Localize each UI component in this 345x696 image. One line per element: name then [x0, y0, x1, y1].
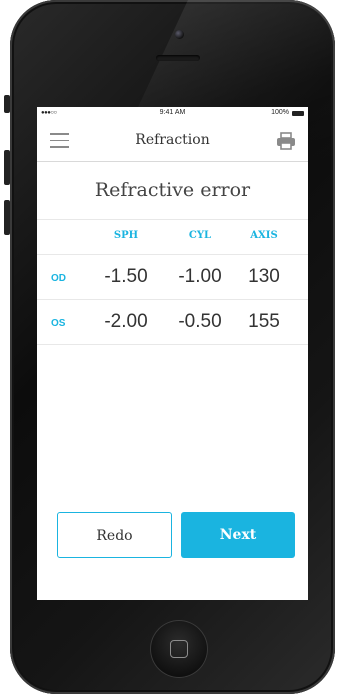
os-cyl-value: -0.50 [178, 311, 222, 332]
navigation-bar: Refraction [37, 121, 308, 162]
row-label-od: OD [51, 273, 66, 284]
printer-icon[interactable] [276, 132, 296, 150]
front-camera [175, 30, 184, 39]
table-row-od: OD -1.50 -1.00 130 [37, 255, 308, 300]
status-time: 9:41 AM [159, 109, 186, 116]
section-title: Refractive error [94, 179, 251, 201]
od-sph-value: -1.50 [104, 266, 148, 287]
home-square-icon [170, 640, 188, 658]
od-cyl-value: -1.00 [178, 266, 222, 287]
stage: ●●●○○ 9:41 AM 100% Refraction Refractive… [0, 0, 345, 696]
os-axis-value: 155 [248, 311, 280, 332]
table-row-os: OS -2.00 -0.50 155 [37, 300, 308, 345]
od-axis-value: 130 [248, 266, 280, 287]
status-bar: ●●●○○ 9:41 AM 100% [37, 107, 308, 121]
column-header-sph: SPH [113, 230, 139, 241]
earpiece-speaker [156, 55, 200, 61]
refraction-table: SPH CYL AXIS OD -1.50 -1.00 130 OS -2.00… [37, 219, 308, 345]
column-header-axis: AXIS [250, 230, 278, 241]
os-sph-value: -2.00 [104, 311, 148, 332]
row-label-os: OS [51, 318, 66, 329]
home-button[interactable] [150, 620, 208, 678]
column-header-cyl: CYL [188, 230, 212, 241]
battery-icon [292, 111, 304, 116]
table-header-row: SPH CYL AXIS [37, 220, 308, 255]
battery-percentage: 100% [271, 109, 289, 116]
app-screen: ●●●○○ 9:41 AM 100% Refraction Refractive… [37, 107, 308, 600]
next-button[interactable]: Next [181, 512, 295, 558]
page-title: Refraction [135, 132, 210, 148]
redo-button[interactable]: Redo [57, 512, 172, 558]
